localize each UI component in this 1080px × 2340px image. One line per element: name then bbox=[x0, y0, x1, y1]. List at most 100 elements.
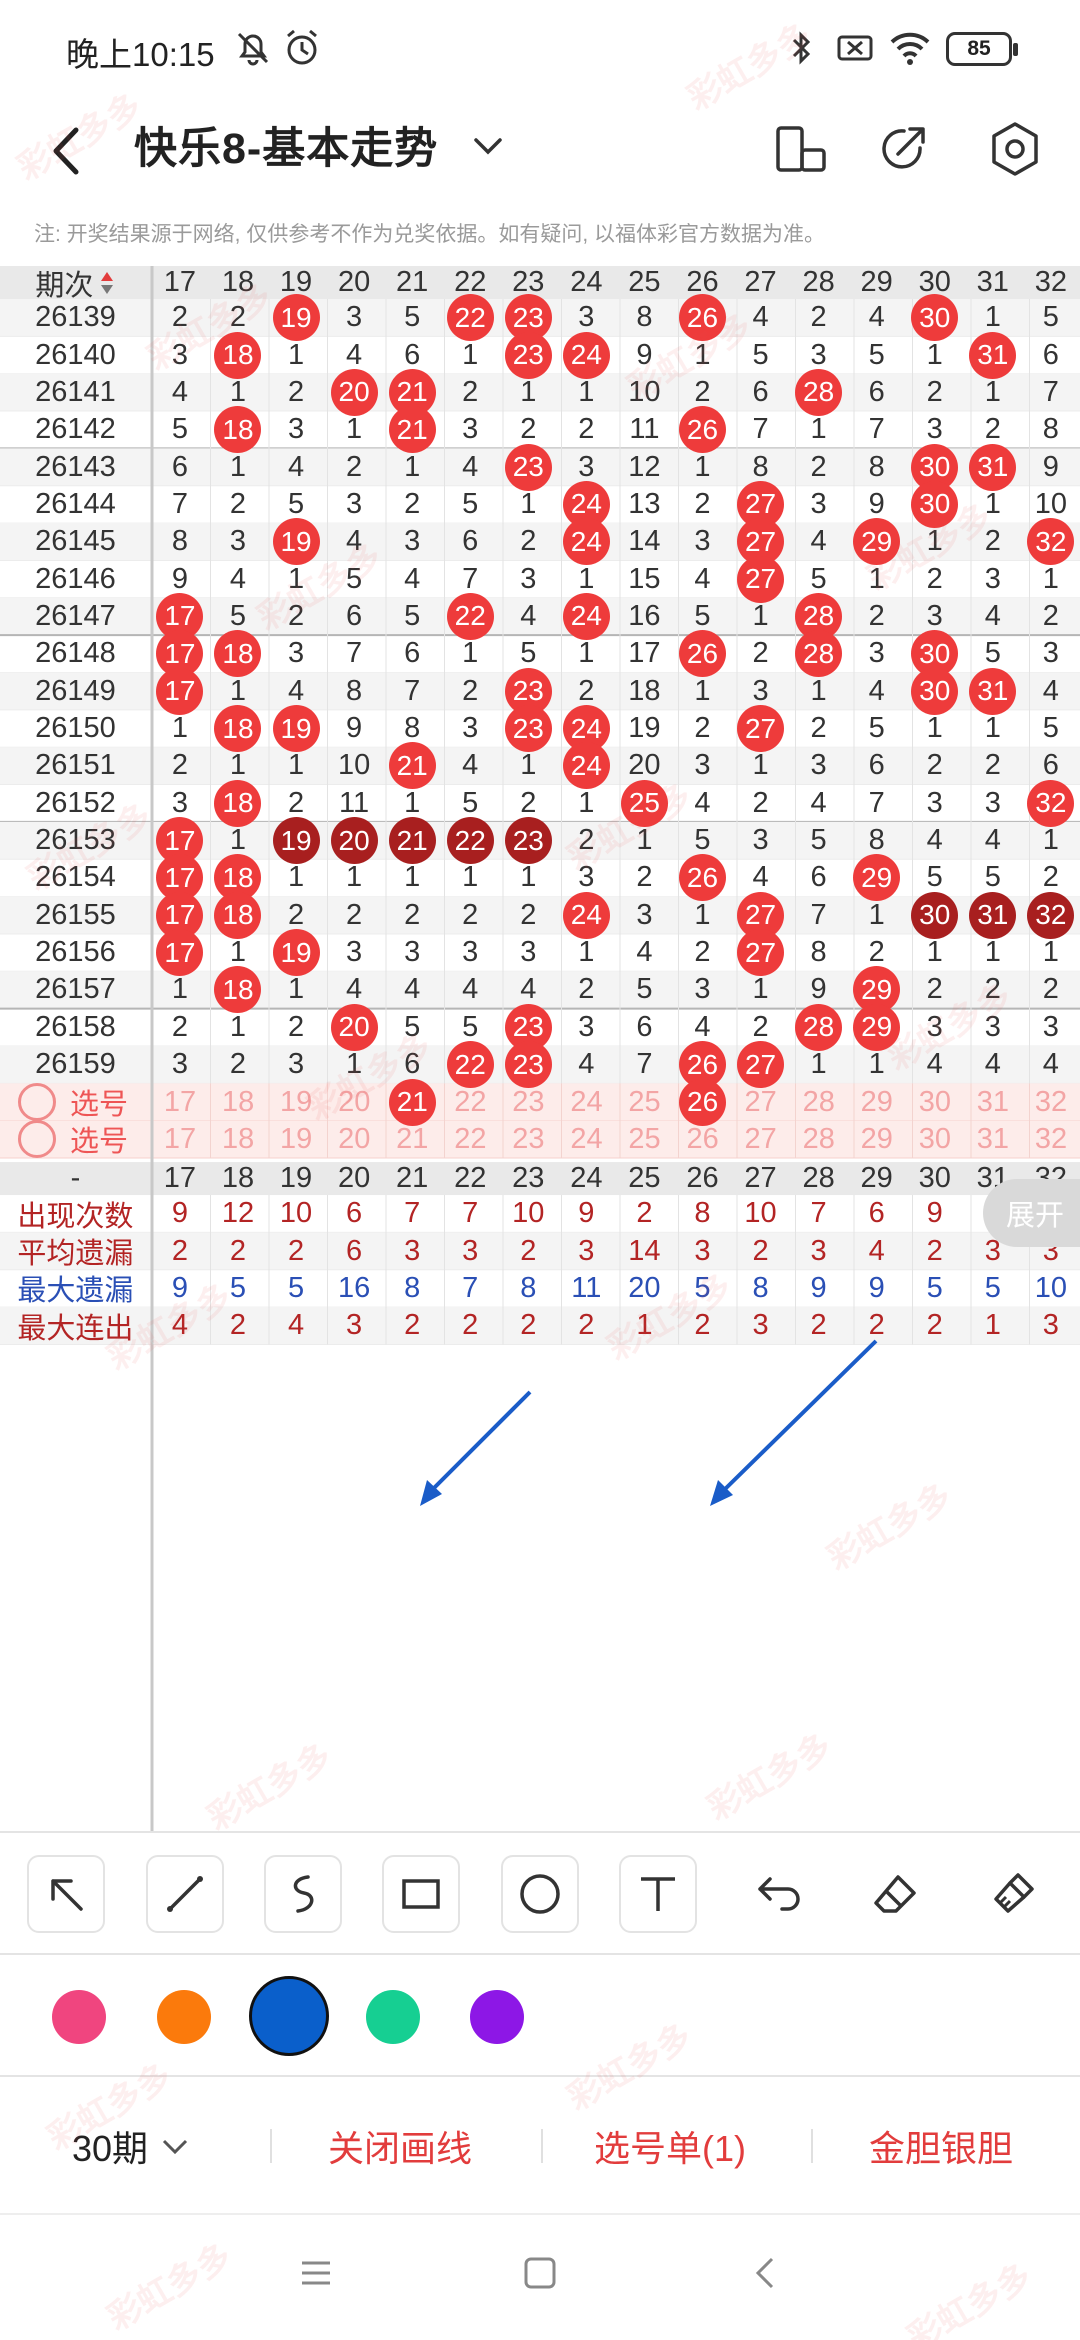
cell-value: 2 bbox=[346, 450, 363, 483]
chevron-down-icon[interactable] bbox=[470, 128, 506, 164]
number-ball: 30 bbox=[911, 667, 959, 715]
table-cell: 5 bbox=[383, 299, 441, 336]
table-cell: 1 bbox=[1022, 934, 1080, 971]
cell-value: 3 bbox=[578, 301, 595, 334]
table-cell[interactable]: 28 bbox=[790, 1121, 848, 1158]
table-cell: 4 bbox=[325, 523, 383, 560]
table-cell[interactable]: 22 bbox=[441, 1083, 499, 1120]
rotate-screen-icon[interactable] bbox=[766, 114, 836, 184]
table-cell[interactable]: 20 bbox=[325, 1121, 383, 1158]
menu-icon[interactable] bbox=[298, 2255, 334, 2291]
tool-eraser[interactable] bbox=[856, 1855, 934, 1933]
back-arrow-icon[interactable] bbox=[40, 118, 100, 184]
table-cell[interactable]: 30 bbox=[906, 1083, 964, 1120]
table-cell[interactable]: 29 bbox=[848, 1083, 906, 1120]
cell-value: 7 bbox=[462, 1271, 479, 1304]
table-cell[interactable]: 23 bbox=[499, 1121, 557, 1158]
table-cell[interactable]: 26 bbox=[674, 1121, 732, 1158]
number-ball-cell[interactable]: 21 bbox=[383, 1078, 441, 1126]
table-cell[interactable]: 32 bbox=[1022, 1083, 1080, 1120]
pick-row-toggle[interactable] bbox=[18, 1083, 56, 1122]
period-selector[interactable]: 30期 bbox=[72, 2077, 192, 2215]
cell-value: 1 bbox=[694, 674, 711, 707]
cell-value: 1 bbox=[984, 375, 1001, 408]
table-cell[interactable]: 31 bbox=[964, 1083, 1022, 1120]
table-cell[interactable]: 18 bbox=[209, 1121, 267, 1158]
table-cell[interactable]: 25 bbox=[616, 1121, 674, 1158]
cell-value: 2 bbox=[287, 1234, 305, 1267]
table-cell[interactable]: 19 bbox=[267, 1083, 325, 1120]
cell-value: 2 bbox=[287, 375, 305, 408]
number-ball: 27 bbox=[737, 555, 785, 603]
table-cell[interactable]: 27 bbox=[732, 1083, 790, 1120]
table-cell[interactable]: 23 bbox=[499, 1083, 557, 1120]
tool-line[interactable] bbox=[146, 1855, 224, 1933]
color-swatch-purple[interactable] bbox=[470, 1990, 524, 2044]
table-cell: 8 bbox=[1022, 411, 1080, 448]
share-icon[interactable] bbox=[868, 114, 938, 184]
table-cell: 8 bbox=[615, 299, 673, 336]
pick-list-button[interactable]: 选号单(1) bbox=[594, 2077, 746, 2215]
cell-value: 5 bbox=[287, 1271, 305, 1304]
table-cell[interactable]: 20 bbox=[325, 1083, 383, 1120]
cell-value: 10 bbox=[744, 1197, 777, 1230]
number-ball: 29 bbox=[853, 518, 901, 566]
close-lines-button[interactable]: 关闭画线 bbox=[328, 2077, 472, 2215]
footer-header-row: -17 18 19 20 21 22 23 24 25 26 27 28 29 30 31 32 bbox=[0, 1162, 1080, 1195]
table-cell[interactable]: 30 bbox=[906, 1121, 964, 1158]
table-cell[interactable]: 18 bbox=[209, 1083, 267, 1120]
table-cell[interactable]: 22 bbox=[441, 1121, 499, 1158]
table-cell: 3 bbox=[964, 785, 1022, 822]
number-ball: 20 bbox=[330, 1003, 378, 1051]
settings-hex-icon[interactable] bbox=[980, 114, 1050, 184]
color-swatch-blue-selected[interactable] bbox=[249, 1976, 329, 2056]
table-cell[interactable]: 21 bbox=[383, 1121, 441, 1158]
table-cell[interactable]: 28 bbox=[790, 1083, 848, 1120]
cell-value: 8 bbox=[1042, 413, 1059, 446]
cell-value: 3 bbox=[462, 712, 479, 745]
back-icon[interactable] bbox=[748, 2255, 784, 2291]
number-ball-cell: 18 bbox=[209, 854, 267, 902]
cell-value: 2 bbox=[984, 749, 1001, 782]
tool-curve[interactable] bbox=[264, 1855, 342, 1933]
tool-clear-brush[interactable] bbox=[974, 1855, 1052, 1933]
table-cell[interactable]: 17 bbox=[151, 1083, 209, 1120]
tool-rectangle[interactable] bbox=[382, 1855, 460, 1933]
color-swatch-green[interactable] bbox=[366, 1990, 420, 2044]
table-cell[interactable]: 32 bbox=[1022, 1121, 1080, 1158]
number-ball: 18 bbox=[214, 779, 262, 827]
table-cell: 7 bbox=[615, 1046, 673, 1083]
tool-circle[interactable] bbox=[501, 1855, 579, 1933]
table-cell: 1 bbox=[964, 934, 1022, 971]
table-cell: 10 bbox=[615, 374, 673, 411]
table-cell[interactable]: 25 bbox=[616, 1083, 674, 1120]
tool-text[interactable] bbox=[619, 1855, 697, 1933]
table-cell[interactable]: 31 bbox=[964, 1121, 1022, 1158]
table-row: 26144 7 2 5 3 2 5 1 24 13 2 27 3 9 30 1 10 bbox=[0, 480, 1080, 528]
pick-row: 选号 17 18 19 20 21 22 23 24 25 26 27 28 29 30 31 32 bbox=[0, 1120, 1080, 1159]
home-square-icon[interactable] bbox=[522, 2255, 558, 2291]
table-cell[interactable]: 19 bbox=[267, 1121, 325, 1158]
color-swatch-pink[interactable] bbox=[52, 1990, 106, 2044]
table-cell[interactable]: 24 bbox=[557, 1083, 615, 1120]
tool-arrow[interactable] bbox=[27, 1855, 105, 1933]
pick-row-toggle[interactable] bbox=[18, 1120, 56, 1159]
color-swatch-orange[interactable] bbox=[157, 1990, 211, 2044]
table-cell: 2 bbox=[441, 1307, 499, 1344]
table-cell[interactable]: 24 bbox=[557, 1121, 615, 1158]
table-cell: 2 bbox=[557, 822, 615, 859]
table-cell[interactable]: 17 bbox=[151, 1121, 209, 1158]
golden-silver-button[interactable]: 金胆银胆 bbox=[869, 2077, 1013, 2215]
table-cell: 5 bbox=[441, 486, 499, 523]
tool-undo[interactable] bbox=[738, 1855, 816, 1933]
number-ball-cell: 18 bbox=[209, 630, 267, 678]
expand-button[interactable]: 展开 bbox=[983, 1179, 1080, 1248]
number-ball-cell: 18 bbox=[209, 891, 267, 939]
sort-icon[interactable] bbox=[99, 270, 115, 296]
number-ball-cell[interactable]: 26 bbox=[674, 1078, 732, 1126]
table-cell[interactable]: 29 bbox=[848, 1121, 906, 1158]
page-title[interactable]: 快乐8-基本走势 bbox=[134, 114, 438, 176]
table-cell[interactable]: 27 bbox=[732, 1121, 790, 1158]
number-ball: 18 bbox=[214, 630, 262, 678]
cell-value: 1 bbox=[404, 450, 421, 483]
